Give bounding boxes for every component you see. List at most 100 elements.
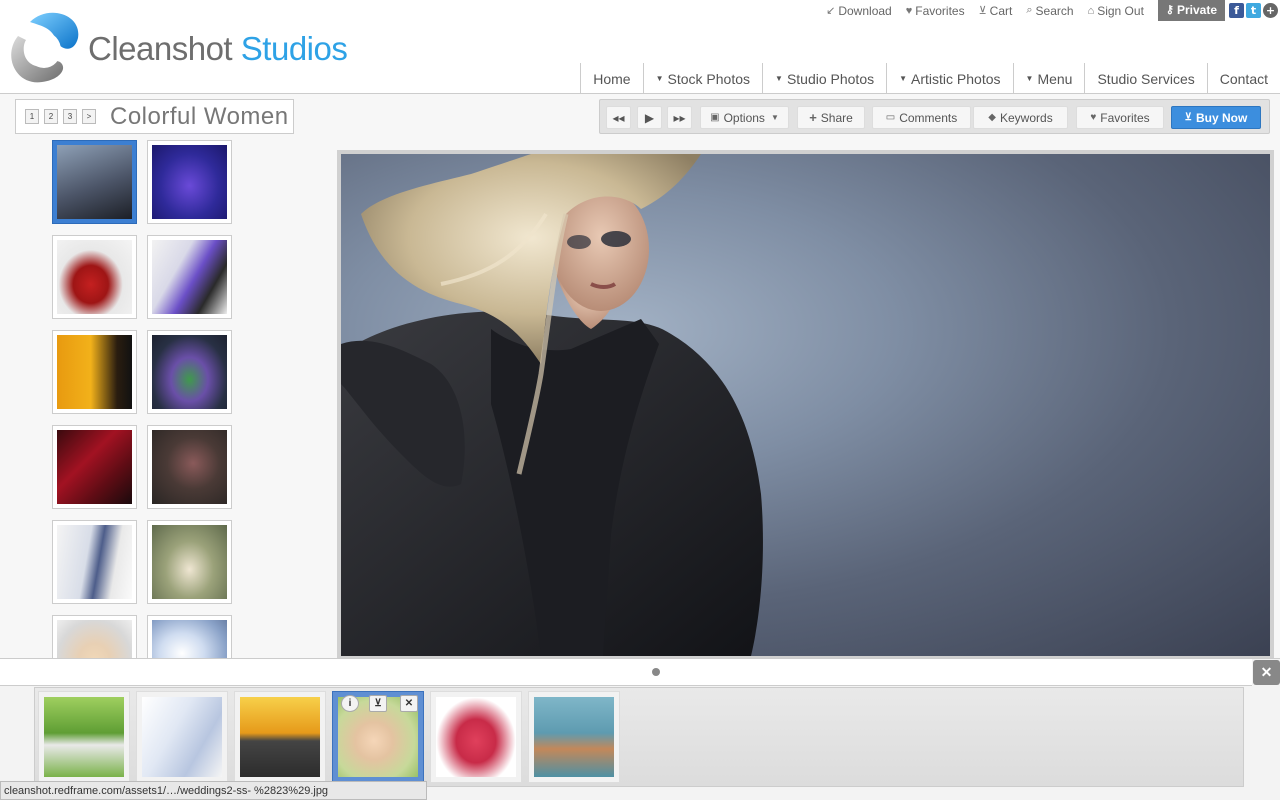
comment-icon: ▭ (885, 112, 896, 123)
thumbnail[interactable] (147, 330, 232, 414)
chevron-down-icon: ▼ (770, 113, 779, 122)
favorites-link[interactable]: ♥ Favorites (906, 4, 965, 18)
cart-link[interactable]: ⊻ Cart (979, 4, 1013, 18)
lightbox-item[interactable] (234, 691, 326, 783)
thumbnail[interactable] (52, 235, 137, 319)
thumbnail-image (152, 335, 227, 409)
search-link[interactable]: ⌕ Search (1026, 4, 1073, 18)
options-label: Options (723, 110, 765, 125)
nav-studio-photos[interactable]: ▼ Studio Photos (762, 63, 886, 94)
tray-close-button[interactable]: ✕ (1253, 660, 1280, 685)
brand-name[interactable]: Cleanshot Studios (88, 30, 348, 68)
favorites-button[interactable]: ♥ Favorites (1076, 106, 1164, 129)
thumbnail[interactable] (52, 425, 137, 509)
cart-label: Cart (989, 3, 1013, 18)
status-url: cleanshot.redframe.com/assets1/…/wedding… (4, 784, 329, 797)
thumbnail[interactable] (52, 615, 137, 658)
lightbox-item[interactable] (38, 691, 130, 783)
thumbnail[interactable] (52, 140, 137, 224)
options-dropdown[interactable]: ▣ Options ▼ (700, 106, 789, 129)
play-button[interactable]: ▶ (637, 106, 662, 129)
thumbnail[interactable] (52, 520, 137, 604)
thumbnail-image (152, 620, 227, 658)
top-utility-bar: ↙ Download ♥ Favorites ⊻ Cart ⌕ Search ⌂ Sign… (826, 0, 1280, 21)
add-share-icon[interactable]: + (1263, 3, 1278, 18)
keywords-button[interactable]: ◆ Keywords (973, 106, 1068, 129)
info-icon[interactable]: i (341, 695, 359, 712)
next-button[interactable]: ▸▸ (667, 106, 692, 129)
thumbnail[interactable] (147, 425, 232, 509)
main-photo-frame (337, 150, 1274, 660)
lightbox-tray-handle[interactable] (0, 659, 1252, 686)
lightbox-item[interactable] (528, 691, 620, 783)
thumbnail-image (57, 430, 132, 504)
search-label: Search (1035, 3, 1074, 18)
page-button-1[interactable]: 1 (25, 109, 39, 124)
heart-icon: ♥ (905, 4, 913, 17)
download-label: Download (838, 3, 892, 18)
nav-menu[interactable]: ▼ Menu (1012, 63, 1085, 94)
key-icon: ⚷ (1165, 4, 1174, 16)
lightbox-item-selected[interactable]: i ⊻ ✕ (332, 691, 424, 783)
gallery-title-box: 1 2 3 > Colorful Women (15, 99, 294, 134)
lightbox-items: i ⊻ ✕ (34, 687, 1244, 787)
nav-stock-label: Stock Photos (667, 70, 751, 87)
previous-button[interactable]: ◂◂ (606, 106, 631, 129)
buy-now-button[interactable]: ⊻ Buy Now (1171, 106, 1261, 129)
favorites-label: Favorites (1100, 110, 1150, 125)
search-icon: ⌕ (1026, 4, 1033, 16)
nav-studio-services[interactable]: Studio Services (1084, 63, 1206, 94)
page-next-button[interactable]: > (82, 109, 96, 124)
main-photo[interactable] (341, 154, 1270, 656)
private-button[interactable]: ⚷ Private (1157, 0, 1225, 21)
lightbox-item-image (436, 697, 516, 777)
page-button-2[interactable]: 2 (44, 109, 58, 124)
thumbnail[interactable] (147, 235, 232, 319)
download-link[interactable]: ↙ Download (826, 4, 892, 18)
thumbnail-image (152, 145, 227, 219)
nav-stock-photos[interactable]: ▼ Stock Photos (642, 63, 762, 94)
thumbnail-image (57, 620, 132, 658)
share-button[interactable]: + Share (797, 106, 865, 129)
brand-name-part2: Studios (240, 30, 348, 67)
photo-toolbar: ◂◂ ▶ ▸▸ ▣ Options ▼ + Share ▭ Comments ◆… (599, 99, 1270, 134)
facebook-icon[interactable]: f (1229, 3, 1244, 18)
thumbnail-image (57, 240, 132, 314)
comments-button[interactable]: ▭ Comments (872, 106, 971, 129)
chevron-down-icon: ▼ (1025, 74, 1034, 83)
lightbox-item[interactable] (136, 691, 228, 783)
lightbox-tray: ✕ i ⊻ ✕ (0, 658, 1280, 800)
lightbox-item[interactable] (430, 691, 522, 783)
thumbnail[interactable] (147, 520, 232, 604)
twitter-icon[interactable]: t (1246, 3, 1261, 18)
plus-icon: + (809, 110, 817, 125)
brand-name-part1: Cleanshot (88, 30, 233, 67)
nav-contact[interactable]: Contact (1206, 63, 1280, 94)
thumbnail[interactable] (147, 140, 232, 224)
buy-now-label: Buy Now (1195, 110, 1248, 125)
nav-artistic-label: Artistic Photos (911, 70, 1001, 87)
nav-home[interactable]: Home (580, 63, 642, 94)
signout-label: Sign Out (1097, 3, 1144, 18)
chevron-down-icon: ▼ (775, 74, 783, 83)
signout-link[interactable]: ⌂ Sign Out (1088, 4, 1144, 18)
thumbnail-image (152, 430, 227, 504)
lightbox-item-image (142, 697, 222, 777)
remove-icon[interactable]: ✕ (400, 695, 418, 712)
thumbnail-grid (52, 140, 234, 658)
image-icon: ▣ (710, 112, 720, 123)
cleanshot-logo-icon[interactable] (8, 10, 80, 84)
nav-artistic-photos[interactable]: ▼ Artistic Photos (886, 63, 1012, 94)
nav-home-label: Home (593, 70, 631, 87)
chevron-down-icon: ▼ (655, 74, 664, 83)
lightbox-item-image (534, 697, 614, 777)
keywords-label: Keywords (1000, 110, 1053, 125)
tray-handle-dot-icon (652, 668, 660, 676)
comments-label: Comments (899, 110, 958, 125)
thumbnail[interactable] (52, 330, 137, 414)
cart-icon: ⊻ (1184, 112, 1192, 123)
page-button-3[interactable]: 3 (63, 109, 77, 124)
download-icon: ↙ (826, 5, 836, 17)
thumbnail[interactable] (147, 615, 232, 658)
cart-icon[interactable]: ⊻ (369, 695, 387, 712)
